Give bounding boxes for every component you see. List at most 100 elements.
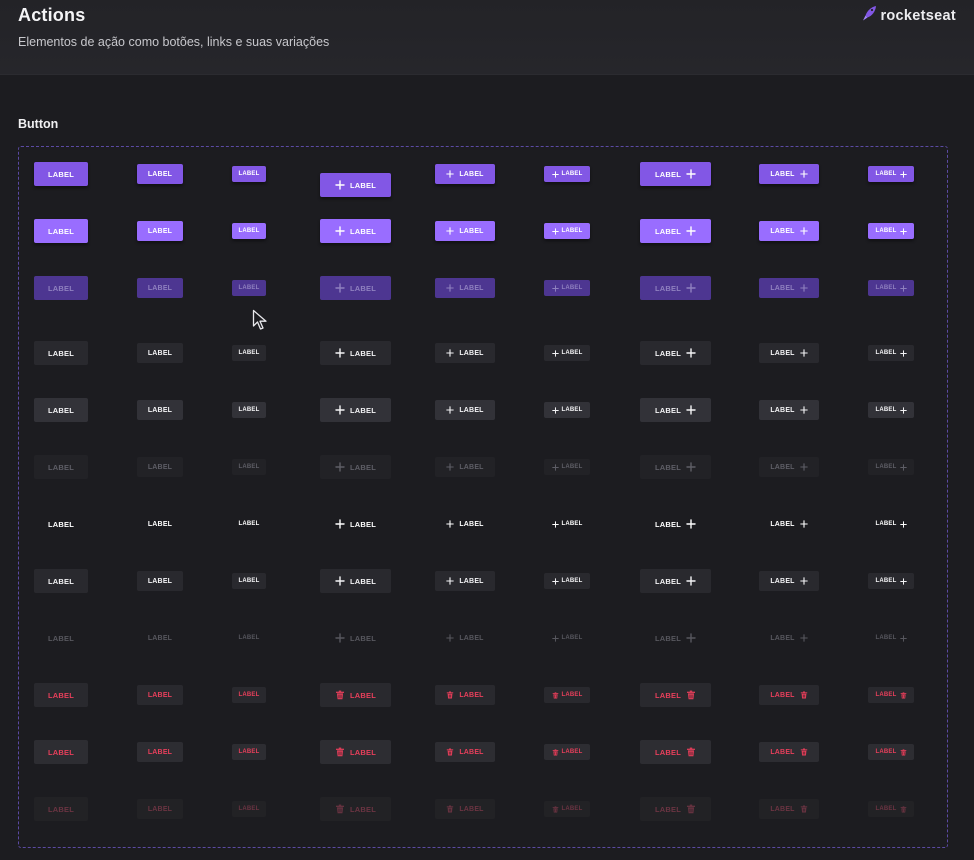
- danger-small-button-default[interactable]: LABEL: [232, 687, 266, 703]
- danger-small-button-disabled-icon-leading: LABEL: [544, 801, 590, 817]
- secondary-medium-button-hover-icon-trailing[interactable]: LABEL: [759, 400, 819, 420]
- primary-large-button-hover-icon-trailing[interactable]: LABEL: [640, 219, 711, 243]
- primary-large-button-default-icon-trailing[interactable]: LABEL: [640, 162, 711, 186]
- button-label: LABEL: [655, 747, 681, 757]
- danger-medium-button-hover[interactable]: LABEL: [137, 742, 183, 762]
- plus-icon: [551, 577, 559, 585]
- tertiary-medium-button-default-icon-trailing[interactable]: LABEL: [759, 514, 819, 534]
- primary-medium-button-default-icon-trailing[interactable]: LABEL: [759, 164, 819, 184]
- tertiary-small-button-hover-icon-leading[interactable]: LABEL: [544, 573, 590, 589]
- button-label: LABEL: [561, 285, 583, 291]
- tertiary-small-button-disabled: LABEL: [232, 630, 266, 646]
- secondary-large-button-default-icon-trailing[interactable]: LABEL: [640, 341, 711, 365]
- danger-large-button-hover-icon-trailing[interactable]: LABEL: [640, 740, 711, 764]
- tertiary-large-button-default[interactable]: LABEL: [34, 512, 88, 536]
- button-label: LABEL: [459, 691, 484, 699]
- button-label: LABEL: [655, 690, 681, 700]
- danger-large-button-hover[interactable]: LABEL: [34, 740, 88, 764]
- danger-large-button-default-icon-trailing[interactable]: LABEL: [640, 683, 711, 707]
- button-label: LABEL: [655, 405, 681, 415]
- danger-medium-button-default[interactable]: LABEL: [137, 685, 183, 705]
- secondary-small-button-hover-icon-leading[interactable]: LABEL: [544, 402, 590, 418]
- plus-icon: [799, 520, 808, 528]
- button-label: LABEL: [875, 578, 897, 584]
- tertiary-small-button-default-icon-trailing[interactable]: LABEL: [868, 516, 914, 532]
- secondary-small-button-default-icon-trailing[interactable]: LABEL: [868, 345, 914, 361]
- button-label: LABEL: [875, 464, 897, 470]
- secondary-medium-button-default-icon-trailing[interactable]: LABEL: [759, 343, 819, 363]
- plus-icon: [551, 463, 559, 471]
- plus-icon: [686, 576, 696, 586]
- secondary-medium-button-hover[interactable]: LABEL: [137, 400, 183, 420]
- primary-small-button-hover-icon-trailing[interactable]: LABEL: [868, 223, 914, 239]
- secondary-small-button-default-icon-leading[interactable]: LABEL: [544, 345, 590, 361]
- tertiary-small-button-default[interactable]: LABEL: [232, 516, 266, 532]
- tertiary-large-button-hover-icon-trailing[interactable]: LABEL: [640, 569, 711, 593]
- tertiary-medium-button-hover[interactable]: LABEL: [137, 571, 183, 591]
- primary-large-button-default-icon-leading[interactable]: LABEL: [320, 173, 391, 197]
- primary-small-button-default[interactable]: LABEL: [232, 166, 266, 182]
- danger-small-button-hover-icon-trailing[interactable]: LABEL: [868, 744, 914, 760]
- danger-small-button-default-icon-leading[interactable]: LABEL: [544, 687, 590, 703]
- primary-large-button-hover[interactable]: LABEL: [34, 219, 88, 243]
- tertiary-small-button-default-icon-leading[interactable]: LABEL: [544, 516, 590, 532]
- danger-small-button-hover[interactable]: LABEL: [232, 744, 266, 760]
- tertiary-large-button-hover[interactable]: LABEL: [34, 569, 88, 593]
- plus-icon: [551, 634, 559, 642]
- primary-small-button-default-icon-trailing[interactable]: LABEL: [868, 166, 914, 182]
- danger-small-button-default-icon-trailing[interactable]: LABEL: [868, 687, 914, 703]
- trash-icon: [900, 748, 907, 756]
- button-label: LABEL: [238, 407, 260, 413]
- secondary-small-button-hover-icon-trailing[interactable]: LABEL: [868, 402, 914, 418]
- tertiary-medium-button-default[interactable]: LABEL: [137, 514, 183, 534]
- secondary-large-button-disabled-icon-trailing: LABEL: [640, 455, 711, 479]
- button-label: LABEL: [770, 406, 795, 414]
- primary-small-button-default-icon-leading[interactable]: LABEL: [544, 166, 590, 182]
- danger-medium-button-default-icon-trailing[interactable]: LABEL: [759, 685, 819, 705]
- primary-medium-button-hover-icon-trailing[interactable]: LABEL: [759, 221, 819, 241]
- secondary-medium-button-hover-icon-leading[interactable]: LABEL: [435, 400, 495, 420]
- tertiary-small-button-hover[interactable]: LABEL: [232, 573, 266, 589]
- secondary-large-button-hover[interactable]: LABEL: [34, 398, 88, 422]
- button-label: LABEL: [875, 407, 897, 413]
- primary-medium-button-disabled-icon-trailing: LABEL: [759, 278, 819, 298]
- primary-medium-button-hover-icon-leading[interactable]: LABEL: [435, 221, 495, 241]
- tertiary-medium-button-default-icon-leading[interactable]: LABEL: [435, 514, 495, 534]
- tertiary-large-button-default-icon-leading[interactable]: LABEL: [320, 512, 391, 536]
- page-header: Actions Elementos de ação como botões, l…: [0, 0, 974, 75]
- tertiary-small-button-hover-icon-trailing[interactable]: LABEL: [868, 573, 914, 589]
- primary-medium-button-hover[interactable]: LABEL: [137, 221, 183, 241]
- button-label: LABEL: [875, 806, 897, 812]
- primary-small-button-hover-icon-leading[interactable]: LABEL: [544, 223, 590, 239]
- button-label: LABEL: [459, 805, 484, 813]
- secondary-large-button-default[interactable]: LABEL: [34, 341, 88, 365]
- secondary-medium-button-default-icon-leading[interactable]: LABEL: [435, 343, 495, 363]
- danger-large-button-default-icon-leading[interactable]: LABEL: [320, 683, 391, 707]
- primary-small-button-hover[interactable]: LABEL: [232, 223, 266, 239]
- danger-medium-button-hover-icon-leading[interactable]: LABEL: [435, 742, 495, 762]
- danger-medium-button-default-icon-leading[interactable]: LABEL: [435, 685, 495, 705]
- danger-medium-button-hover-icon-trailing[interactable]: LABEL: [759, 742, 819, 762]
- danger-large-button-default[interactable]: LABEL: [34, 683, 88, 707]
- secondary-large-button-disabled-icon-leading: LABEL: [320, 455, 391, 479]
- tertiary-medium-button-hover-icon-leading[interactable]: LABEL: [435, 571, 495, 591]
- secondary-large-button-hover-icon-leading[interactable]: LABEL: [320, 398, 391, 422]
- button-label: LABEL: [350, 804, 376, 814]
- secondary-large-button-hover-icon-trailing[interactable]: LABEL: [640, 398, 711, 422]
- trash-icon: [446, 748, 454, 756]
- danger-large-button-hover-icon-leading[interactable]: LABEL: [320, 740, 391, 764]
- tertiary-large-button-default-icon-trailing[interactable]: LABEL: [640, 512, 711, 536]
- primary-large-button-hover-icon-leading[interactable]: LABEL: [320, 219, 391, 243]
- danger-small-button-hover-icon-leading[interactable]: LABEL: [544, 744, 590, 760]
- secondary-large-button-default-icon-leading[interactable]: LABEL: [320, 341, 391, 365]
- secondary-small-button-default[interactable]: LABEL: [232, 345, 266, 361]
- primary-large-button-default[interactable]: LABEL: [34, 162, 88, 186]
- tertiary-large-button-hover-icon-leading[interactable]: LABEL: [320, 569, 391, 593]
- button-label: LABEL: [147, 805, 173, 813]
- tertiary-medium-button-hover-icon-trailing[interactable]: LABEL: [759, 571, 819, 591]
- primary-medium-button-default-icon-leading[interactable]: LABEL: [435, 164, 495, 184]
- primary-medium-button-default[interactable]: LABEL: [137, 164, 183, 184]
- secondary-medium-button-default[interactable]: LABEL: [137, 343, 183, 363]
- trash-icon: [552, 691, 559, 699]
- secondary-small-button-hover[interactable]: LABEL: [232, 402, 266, 418]
